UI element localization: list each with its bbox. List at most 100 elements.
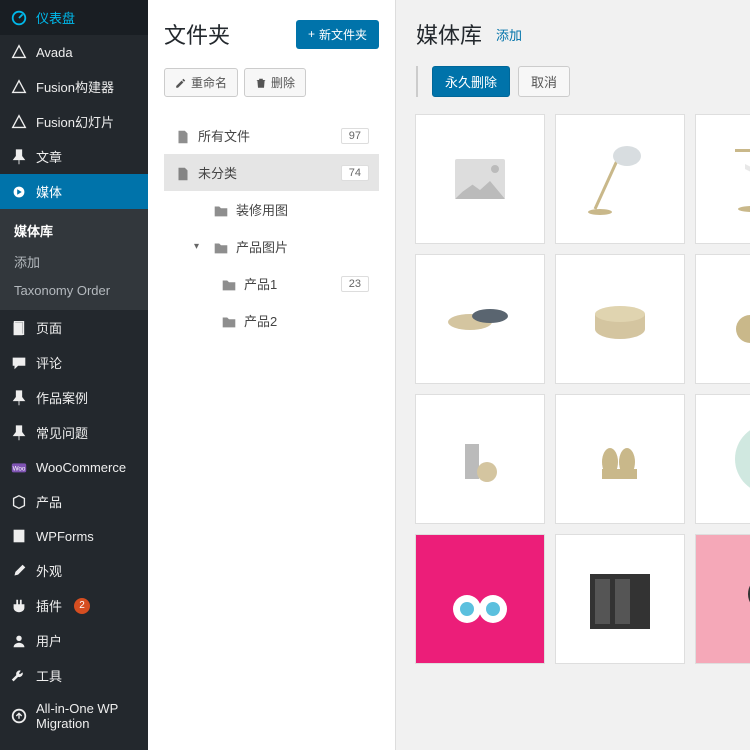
- media-thumbnail[interactable]: [696, 115, 750, 243]
- new-folder-button[interactable]: + 新文件夹: [296, 20, 379, 49]
- media-title: 媒体库: [416, 18, 482, 50]
- sidebar-label: 用户: [36, 631, 62, 650]
- sidebar-item-9[interactable]: 常见问题: [0, 415, 148, 450]
- rename-label: 重命名: [191, 74, 227, 91]
- sidebar-item-1[interactable]: Avada: [0, 35, 148, 69]
- sidebar-sub-item-2[interactable]: Taxonomy Order: [0, 277, 148, 304]
- sidebar-submenu: 媒体库添加Taxonomy Order: [0, 209, 148, 310]
- folder-label: 所有文件: [198, 126, 250, 145]
- sidebar-item-5[interactable]: 媒体: [0, 174, 148, 209]
- sidebar-item-3[interactable]: Fusion幻灯片: [0, 104, 148, 139]
- woo-icon: Woo: [10, 458, 28, 476]
- sidebar-sub-item-0[interactable]: 媒体库: [0, 215, 148, 246]
- folder-label: 装修用图: [236, 200, 288, 219]
- svg-text:Woo: Woo: [13, 466, 26, 473]
- plugin-icon: [10, 597, 28, 615]
- folders-title: 文件夹: [164, 18, 230, 50]
- sidebar-label: 文章: [36, 147, 62, 166]
- sidebar-item-10[interactable]: Woo WooCommerce: [0, 450, 148, 484]
- sidebar-item-6[interactable]: 页面: [0, 310, 148, 345]
- media-icon: [10, 183, 28, 201]
- sidebar-label: 外观: [36, 561, 62, 580]
- media-thumbnail[interactable]: [416, 535, 544, 663]
- folder-row-5[interactable]: 产品2: [164, 302, 379, 339]
- folder-row-1[interactable]: 未分类 74: [164, 154, 379, 191]
- delete-folder-button[interactable]: 删除: [244, 68, 306, 97]
- dashboard-icon: [10, 9, 28, 27]
- sidebar-label: Fusion构建器: [36, 77, 114, 96]
- admin-sidebar: 仪表盘Avada Fusion构建器 Fusion幻灯片文章媒体媒体库添加Taxon…: [0, 0, 148, 750]
- sidebar-label: 产品: [36, 492, 62, 511]
- media-thumbnail[interactable]: [556, 535, 684, 663]
- user-icon: [10, 632, 28, 650]
- sidebar-item-11[interactable]: 产品: [0, 484, 148, 519]
- sidebar-label: 作品案例: [36, 388, 88, 407]
- sidebar-item-17[interactable]: All-in-One WP Migration: [0, 693, 148, 739]
- forms-icon: [10, 527, 28, 545]
- sidebar-item-4[interactable]: 文章: [0, 139, 148, 174]
- folder-row-3[interactable]: ▾ 产品图片: [164, 228, 379, 265]
- media-thumbnail[interactable]: [696, 255, 750, 383]
- sidebar-item-8[interactable]: 作品案例: [0, 380, 148, 415]
- comment-icon: [10, 354, 28, 372]
- folder-label: 未分类: [198, 163, 237, 182]
- folder-row-0[interactable]: 所有文件97: [164, 117, 379, 154]
- folder-label: 产品图片: [236, 237, 288, 256]
- wrench-icon: [10, 667, 28, 685]
- folder-tree: 所有文件97 未分类 74 装修用图 ▾ 产品图片产品123 产品2: [164, 117, 379, 339]
- migrate-icon: [10, 707, 28, 725]
- sidebar-item-0[interactable]: 仪表盘: [0, 0, 148, 35]
- page-icon: [10, 319, 28, 337]
- update-badge: 2: [74, 598, 90, 614]
- sidebar-item-18[interactable]: 设置: [0, 739, 148, 750]
- sidebar-item-16[interactable]: 工具: [0, 658, 148, 693]
- sidebar-label: All-in-One WP Migration: [36, 701, 138, 731]
- sidebar-item-15[interactable]: 用户: [0, 623, 148, 658]
- media-thumbnail[interactable]: [696, 395, 750, 523]
- delete-label: 删除: [271, 74, 295, 91]
- sidebar-sub-item-1[interactable]: 添加: [0, 246, 148, 277]
- media-thumbnail[interactable]: [696, 535, 750, 663]
- media-thumbnail[interactable]: [416, 395, 544, 523]
- folder-icon: [220, 276, 236, 292]
- cancel-button[interactable]: 取消: [518, 66, 570, 97]
- avada-icon: [10, 78, 28, 96]
- media-thumbnail[interactable]: [556, 395, 684, 523]
- pin-icon: [10, 148, 28, 166]
- folders-panel: 文件夹 + 新文件夹 重命名 删除 所有文件97 未分类 74 装修用图 ▾ 产品图片产品…: [148, 0, 396, 750]
- media-thumbnail[interactable]: [416, 255, 544, 383]
- sidebar-item-14[interactable]: 插件2: [0, 588, 148, 623]
- media-thumbnail[interactable]: [556, 115, 684, 243]
- folder-icon: [212, 239, 228, 255]
- sidebar-item-7[interactable]: 评论: [0, 345, 148, 380]
- folder-label: 产品2: [244, 311, 277, 330]
- media-thumbnail[interactable]: [556, 255, 684, 383]
- pin-icon: [10, 389, 28, 407]
- sidebar-item-13[interactable]: 外观: [0, 553, 148, 588]
- sidebar-item-2[interactable]: Fusion构建器: [0, 69, 148, 104]
- sidebar-label: 工具: [36, 666, 62, 685]
- new-folder-label: 新文件夹: [319, 26, 367, 43]
- media-grid: [416, 115, 730, 663]
- product-icon: [10, 493, 28, 511]
- sidebar-label: 媒体: [36, 182, 62, 201]
- doc-icon: [174, 128, 190, 144]
- folder-icon: [220, 313, 236, 329]
- folder-row-4[interactable]: 产品123: [164, 265, 379, 302]
- sidebar-item-12[interactable]: WPForms: [0, 519, 148, 553]
- media-panel: 媒体库 添加 永久删除 取消: [396, 0, 750, 750]
- sidebar-label: WPForms: [36, 529, 94, 544]
- sidebar-label: Fusion幻灯片: [36, 112, 114, 131]
- brush-icon: [10, 562, 28, 580]
- doc-icon: [174, 165, 190, 181]
- folder-label: 产品1: [244, 274, 277, 293]
- sidebar-label: WooCommerce: [36, 460, 126, 475]
- folder-row-2[interactable]: 装修用图: [164, 191, 379, 228]
- folder-count: 74: [341, 165, 369, 181]
- media-thumbnail[interactable]: [416, 115, 544, 243]
- avada-icon: [10, 113, 28, 131]
- add-media-link[interactable]: 添加: [496, 25, 522, 44]
- permanent-delete-button[interactable]: 永久删除: [432, 66, 510, 97]
- chevron-down-icon: ▾: [194, 241, 204, 252]
- rename-button[interactable]: 重命名: [164, 68, 238, 97]
